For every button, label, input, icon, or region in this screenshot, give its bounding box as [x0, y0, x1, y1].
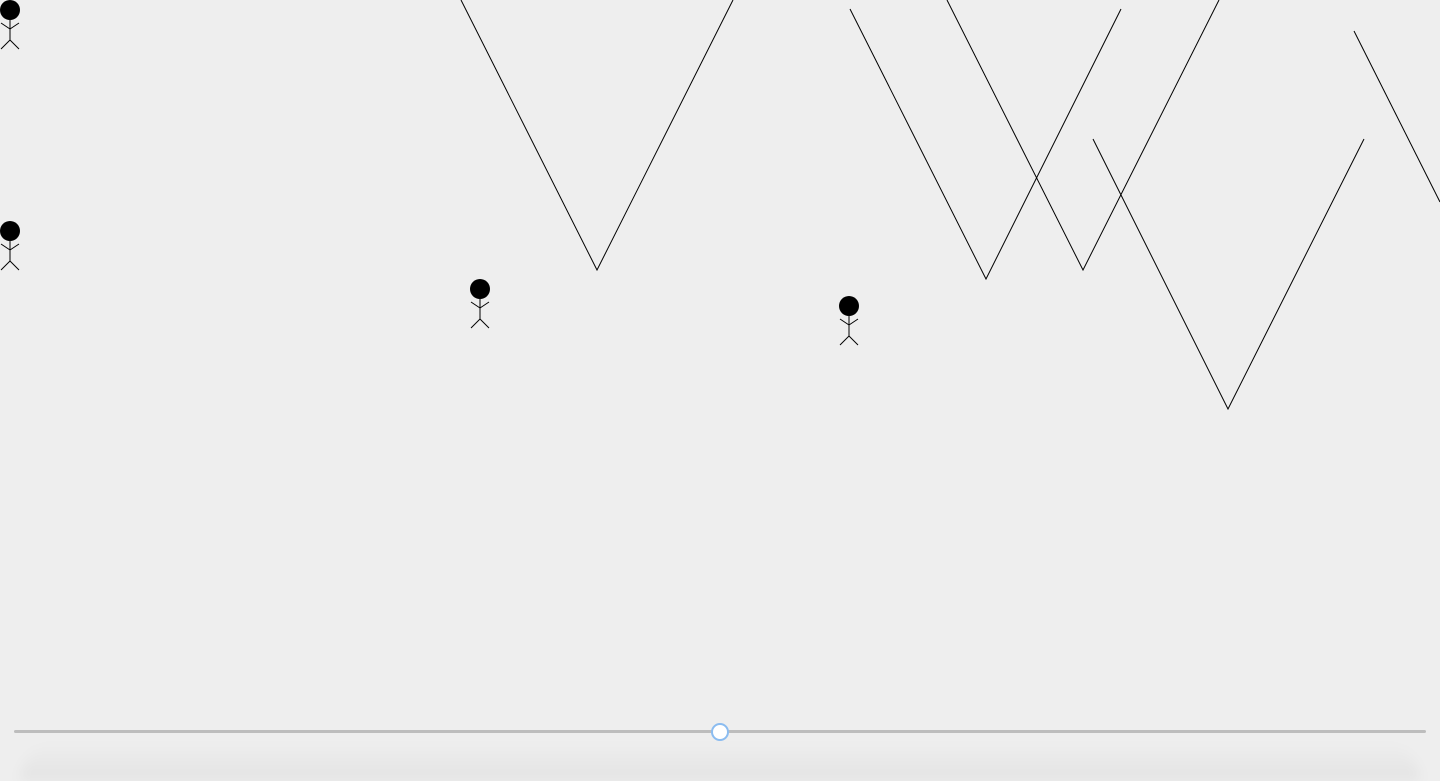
zigzag-line [1353, 30, 1440, 203]
timeline-slider[interactable] [14, 721, 1426, 743]
bottom-shadow [20, 742, 1420, 781]
stick-figure[interactable] [0, 221, 20, 271]
zigzag-lines [460, 0, 1440, 411]
zigzag-line [946, 0, 1220, 272]
game-scene [0, 0, 1440, 411]
stick-figure[interactable] [0, 0, 20, 50]
zigzag-line [1092, 138, 1365, 411]
slider-thumb[interactable] [711, 723, 729, 741]
stick-figure[interactable] [470, 279, 490, 329]
zigzag-line [460, 0, 734, 272]
stick-figure[interactable] [839, 296, 859, 346]
zigzag-line [849, 8, 1122, 281]
